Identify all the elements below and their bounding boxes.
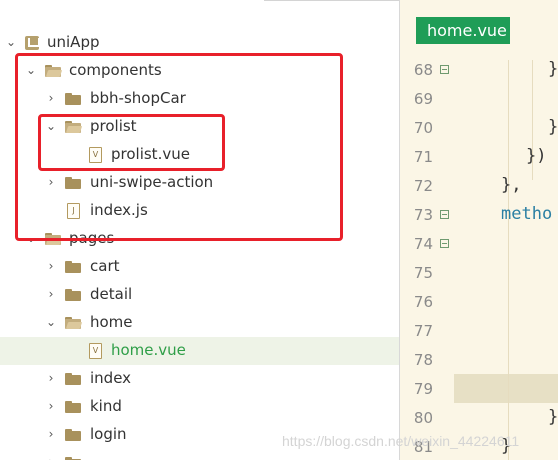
- chevron-down-icon[interactable]: ⌄: [46, 315, 56, 329]
- tree-item-cart[interactable]: › cart: [0, 253, 399, 281]
- tree-item-label: home: [90, 313, 133, 331]
- folder-icon: [65, 429, 81, 441]
- line-number: 77: [413, 322, 433, 340]
- tree-item-home[interactable]: ⌄ home: [0, 309, 399, 337]
- tab-home-vue[interactable]: home.vue: [416, 17, 510, 44]
- chevron-right-icon[interactable]: ›: [46, 399, 56, 413]
- annotation-box-prolist: [38, 114, 225, 171]
- editor-tabbar: home.vue: [400, 0, 558, 58]
- code-editor[interactable]: home.vue 68 69 70 71 72 73 74 75 76 77 7…: [400, 0, 558, 460]
- tree-item-detail[interactable]: › detail: [0, 281, 399, 309]
- tree-item-label: uniApp: [47, 33, 100, 51]
- tree-item-partial[interactable]: ›: [0, 449, 399, 460]
- panel-border: [264, 0, 399, 1]
- code-line-80: }: [548, 407, 558, 427]
- tree-item-label: detail: [90, 285, 133, 303]
- line-number: 76: [413, 293, 433, 311]
- chevron-right-icon[interactable]: ›: [46, 371, 56, 385]
- line-number: 75: [413, 264, 433, 282]
- tree-item-label: login: [90, 425, 127, 443]
- line-number: 78: [413, 351, 433, 369]
- folder-icon: [65, 289, 81, 301]
- line-number: 79: [413, 380, 433, 398]
- folder-icon: [65, 261, 81, 273]
- chevron-right-icon[interactable]: ›: [46, 427, 56, 441]
- fold-toggle-icon[interactable]: [440, 239, 449, 248]
- fold-toggle-icon[interactable]: [440, 65, 449, 74]
- line-number: 70: [413, 119, 433, 137]
- chevron-right-icon[interactable]: ›: [46, 455, 56, 460]
- line-number: 74: [413, 235, 433, 253]
- code-line-68: }: [548, 59, 558, 79]
- code-line-71: }): [526, 146, 547, 166]
- chevron-down-icon[interactable]: ⌄: [6, 35, 16, 49]
- code-line-70: }: [548, 117, 558, 137]
- tree-item-index[interactable]: › index: [0, 365, 399, 393]
- line-number: 69: [413, 90, 433, 108]
- current-line-highlight: [454, 374, 558, 403]
- indent-guide: [508, 60, 509, 460]
- project-explorer: ⌄ uniApp ⌄ components › bbh-shopCar ⌄ pr…: [0, 0, 399, 460]
- tree-item-kind[interactable]: › kind: [0, 393, 399, 421]
- code-line-73: metho: [501, 204, 553, 224]
- line-number: 80: [413, 409, 433, 427]
- folder-icon: [65, 401, 81, 413]
- folder-open-icon: [65, 317, 83, 329]
- folder-icon: [65, 373, 81, 385]
- line-number: 68: [413, 61, 433, 79]
- vue-file-icon: V: [89, 343, 102, 359]
- watermark-text: https://blog.csdn.net/weixin_44224611: [282, 433, 520, 449]
- tree-item-label: index: [90, 369, 132, 387]
- tree-item-label: cart: [90, 257, 120, 275]
- line-number: 72: [413, 177, 433, 195]
- chevron-right-icon[interactable]: ›: [46, 287, 56, 301]
- fold-toggle-icon[interactable]: [440, 210, 449, 219]
- tree-item-label: home.vue: [111, 341, 186, 359]
- project-icon: [25, 36, 40, 50]
- tree-item-home-vue[interactable]: V home.vue: [0, 337, 399, 365]
- line-number: 73: [413, 206, 433, 224]
- code-line-72: },: [501, 175, 522, 195]
- chevron-right-icon[interactable]: ›: [46, 259, 56, 273]
- tree-item-label: kind: [90, 397, 122, 415]
- line-number: 71: [413, 148, 433, 166]
